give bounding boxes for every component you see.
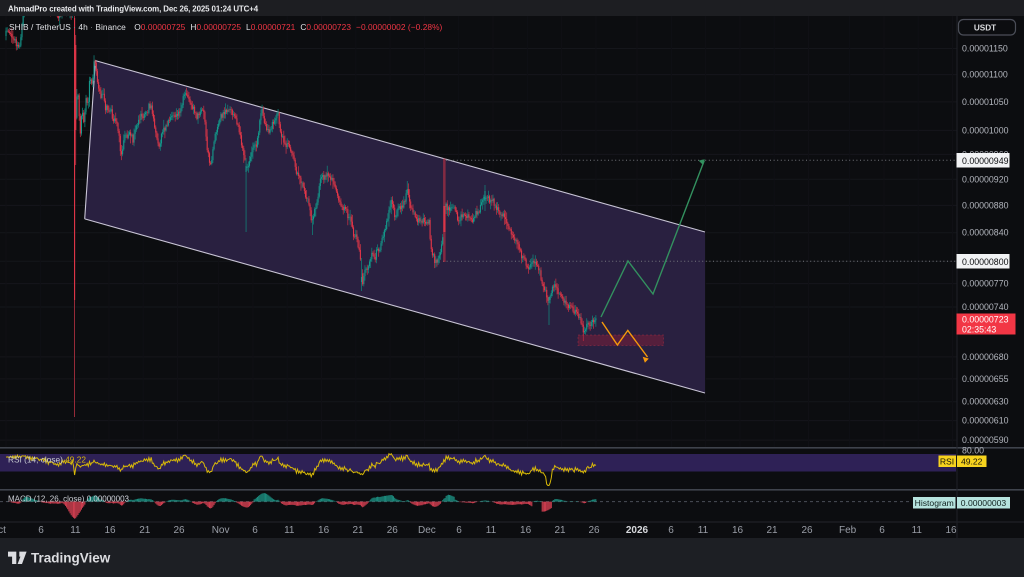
svg-text:26: 26 <box>387 525 399 536</box>
svg-text:26: 26 <box>588 525 600 536</box>
svg-text:11: 11 <box>486 525 497 536</box>
svg-text:02:35:43: 02:35:43 <box>962 325 996 335</box>
svg-text:0.00000655: 0.00000655 <box>962 374 1009 384</box>
svg-text:0.00000740: 0.00000740 <box>962 302 1009 312</box>
svg-text:Dec: Dec <box>418 525 436 536</box>
svg-text:6: 6 <box>668 525 674 536</box>
svg-text:SHIB / TetherUS · 4h · Binance: SHIB / TetherUS · 4h · Binance O0.000007… <box>9 22 443 32</box>
svg-text:TradingView: TradingView <box>31 551 111 566</box>
svg-text:6: 6 <box>456 525 462 536</box>
svg-text:0.00001000: 0.00001000 <box>962 125 1009 135</box>
svg-text:11: 11 <box>284 525 295 536</box>
svg-text:6: 6 <box>38 525 44 536</box>
svg-text:16: 16 <box>104 525 116 536</box>
svg-text:0.00000590: 0.00000590 <box>962 435 1009 445</box>
svg-text:0.00001150: 0.00001150 <box>962 44 1008 54</box>
svg-text:0.00000680: 0.00000680 <box>962 352 1009 362</box>
svg-text:16: 16 <box>520 525 532 536</box>
svg-text:21: 21 <box>139 525 151 536</box>
svg-text:Nov: Nov <box>212 525 230 536</box>
svg-text:0.00000949: 0.00000949 <box>962 156 1009 166</box>
svg-text:11: 11 <box>698 525 709 536</box>
svg-text:49.22: 49.22 <box>961 457 983 467</box>
svg-text:2026: 2026 <box>626 525 649 536</box>
svg-text:ct: ct <box>0 525 6 536</box>
svg-text:16: 16 <box>945 525 957 536</box>
svg-text:0.00000840: 0.00000840 <box>962 228 1009 238</box>
svg-text:80.00: 80.00 <box>962 446 984 456</box>
svg-text:11: 11 <box>912 525 923 536</box>
svg-text:AhmadPro created with TradingV: AhmadPro created with TradingView.com, D… <box>8 5 259 14</box>
svg-text:26: 26 <box>173 525 185 536</box>
svg-text:Feb: Feb <box>839 525 857 536</box>
svg-text:16: 16 <box>318 525 330 536</box>
svg-text:0.00000003: 0.00000003 <box>961 498 1007 508</box>
svg-text:0.00000723: 0.00000723 <box>962 315 1009 325</box>
svg-text:0.00001100: 0.00001100 <box>962 70 1008 80</box>
svg-text:21: 21 <box>766 525 778 536</box>
svg-text:0.00000770: 0.00000770 <box>962 279 1009 289</box>
svg-text:0.00000920: 0.00000920 <box>962 174 1009 184</box>
svg-text:6: 6 <box>879 525 885 536</box>
svg-text:USDT: USDT <box>974 24 996 33</box>
svg-text:Histogram: Histogram <box>915 498 954 508</box>
svg-text:0.00000800: 0.00000800 <box>962 257 1009 267</box>
svg-text:21: 21 <box>554 525 566 536</box>
svg-text:0.00001050: 0.00001050 <box>962 97 1009 107</box>
svg-text:0.00000610: 0.00000610 <box>962 416 1009 426</box>
svg-text:0.00000630: 0.00000630 <box>962 397 1009 407</box>
svg-text:MACD (12, 26, close) 0.0000000: MACD (12, 26, close) 0.00000003 <box>8 495 130 504</box>
svg-text:RSI: RSI <box>940 457 954 467</box>
svg-text:RSI (14, close) 49.22: RSI (14, close) 49.22 <box>8 455 86 465</box>
svg-text:0.00000880: 0.00000880 <box>962 200 1009 210</box>
svg-text:26: 26 <box>801 525 813 536</box>
svg-text:11: 11 <box>70 525 81 536</box>
svg-text:21: 21 <box>352 525 364 536</box>
svg-text:16: 16 <box>732 525 744 536</box>
svg-text:6: 6 <box>252 525 258 536</box>
